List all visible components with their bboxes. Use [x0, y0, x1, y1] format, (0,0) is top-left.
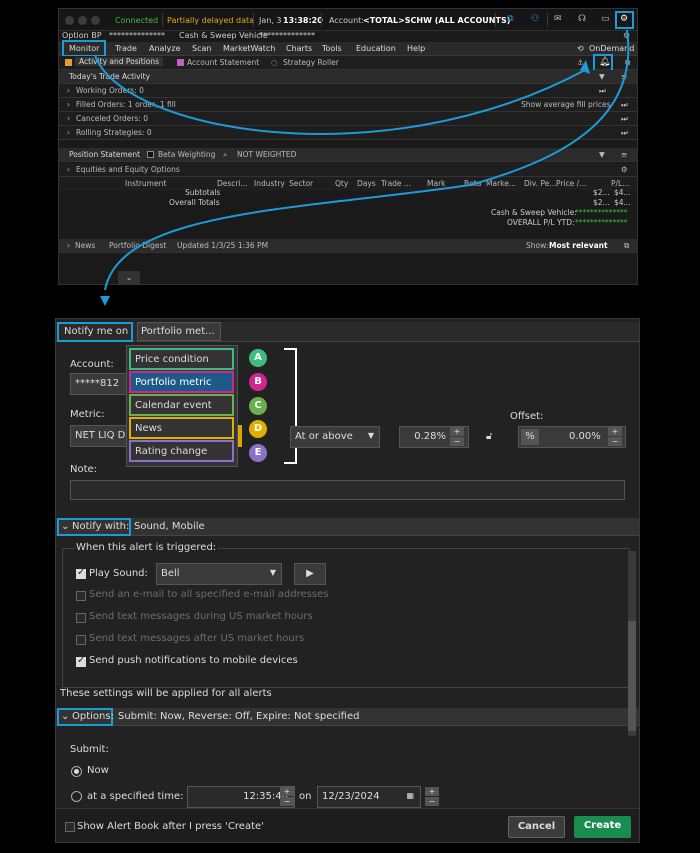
options-label: Options:	[72, 711, 114, 722]
options-header[interactable]: ⌄ Options: Submit: Now, Reverse: Off, Ex…	[56, 708, 639, 726]
sound-select[interactable]: Bell ▼	[156, 563, 282, 585]
note-label: Note:	[70, 464, 98, 475]
show-alert-book-checkbox[interactable]	[65, 822, 75, 832]
notify-me-on-label: Notify me on	[64, 326, 129, 337]
offset-stepper[interactable]: + −	[608, 427, 622, 447]
account-value: *****812	[75, 378, 120, 389]
alert-type-select[interactable]: Portfolio met...	[137, 322, 221, 341]
text-during-checkbox[interactable]	[76, 613, 86, 623]
show-alert-book-label: Show Alert Book after I press 'Create'	[77, 821, 264, 832]
notify-with-value: Sound, Mobile	[134, 521, 205, 532]
notify-with-label: Notify with:	[72, 521, 130, 532]
offset-unit[interactable]: %	[521, 429, 539, 445]
submit-time-label: at a specified time:	[87, 791, 184, 802]
submit-now-radio[interactable]	[71, 766, 82, 777]
account-select[interactable]: *****812	[70, 373, 130, 395]
note-input[interactable]	[70, 480, 625, 500]
when-triggered-label: When this alert is triggered:	[74, 542, 219, 553]
metric-value: NET LIQ D	[75, 430, 126, 441]
condition-select[interactable]: At or above ▼	[290, 426, 380, 448]
notify-with-header[interactable]: ⌄ Notify with: Sound, Mobile	[56, 518, 639, 536]
calendar-icon[interactable]: ▦	[406, 791, 414, 800]
time-stepper[interactable]: + −	[280, 787, 294, 807]
chevron-down-icon: ▼	[269, 568, 276, 577]
lock-icon[interactable]: 🔓︎	[486, 431, 492, 442]
time-input[interactable]: 12:35:40	[187, 786, 295, 808]
text-after-checkbox[interactable]	[76, 635, 86, 645]
metric-select[interactable]: NET LIQ D	[70, 425, 130, 447]
submit-label: Submit:	[70, 744, 109, 755]
badge-e: E	[249, 444, 267, 462]
alert-type-dropdown: Price condition Portfolio metric Calenda…	[126, 345, 238, 467]
play-sound-checkbox[interactable]	[76, 567, 86, 579]
badge-a: A	[249, 349, 267, 367]
sound-value: Bell	[161, 568, 180, 579]
date-value: 12/23/2024	[322, 791, 380, 802]
notify-header: Notify me on Portfolio met...	[56, 322, 639, 342]
cancel-button[interactable]: Cancel	[508, 816, 565, 838]
scrollbar-thumb[interactable]	[628, 621, 636, 731]
play-button[interactable]: ▶	[294, 563, 326, 585]
applied-all-text: These settings will be applied for all a…	[60, 688, 272, 699]
metric-label: Metric:	[70, 409, 105, 420]
chevron-down-icon: ⌄	[61, 521, 70, 532]
account-label: Account:	[70, 359, 114, 370]
option-news[interactable]: News	[129, 417, 234, 439]
option-calendar-event[interactable]: Calendar event	[129, 394, 234, 416]
create-button[interactable]: Create	[574, 816, 631, 838]
options-value: Submit: Now, Reverse: Off, Expire: Not s…	[118, 711, 360, 722]
date-stepper[interactable]: + −	[425, 787, 439, 807]
date-input[interactable]: 12/23/2024 ▦	[317, 786, 421, 808]
text-during-label: Send text messages during US market hour…	[89, 611, 313, 622]
option-price-condition[interactable]: Price condition	[129, 348, 234, 370]
email-checkbox[interactable]	[76, 591, 86, 601]
alert-dialog: Notify me on Portfolio met... Account: *…	[55, 318, 640, 843]
on-label: on	[299, 791, 312, 802]
chevron-down-icon: ▼	[367, 431, 374, 440]
badge-d: D	[249, 420, 267, 438]
alert-type-value: Portfolio met...	[141, 326, 215, 337]
condition-value: At or above	[295, 431, 353, 442]
push-checkbox[interactable]	[76, 655, 86, 667]
threshold-value: 0.28%	[414, 431, 446, 442]
callout-arrows	[94, 29, 630, 306]
push-label: Send push notifications to mobile device…	[89, 655, 298, 666]
submit-now-label: Now	[87, 765, 109, 776]
badge-c: C	[249, 397, 267, 415]
play-sound-label: Play Sound:	[89, 568, 148, 579]
option-rating-change[interactable]: Rating change	[129, 440, 234, 462]
chevron-down-icon: ⌄	[61, 711, 70, 722]
email-label: Send an e-mail to all specified e-mail a…	[89, 589, 329, 600]
offset-value: 0.00%	[569, 431, 601, 442]
threshold-stepper[interactable]: + −	[450, 427, 464, 447]
submit-time-radio[interactable]	[71, 791, 82, 802]
offset-label: Offset:	[510, 411, 544, 422]
dialog-footer: Show Alert Book after I press 'Create' C…	[56, 808, 639, 842]
text-after-label: Send text messages after US market hours	[89, 633, 305, 644]
scrollbar[interactable]	[628, 551, 636, 736]
option-portfolio-metric[interactable]: Portfolio metric	[129, 371, 234, 393]
badge-b: B	[249, 373, 267, 391]
